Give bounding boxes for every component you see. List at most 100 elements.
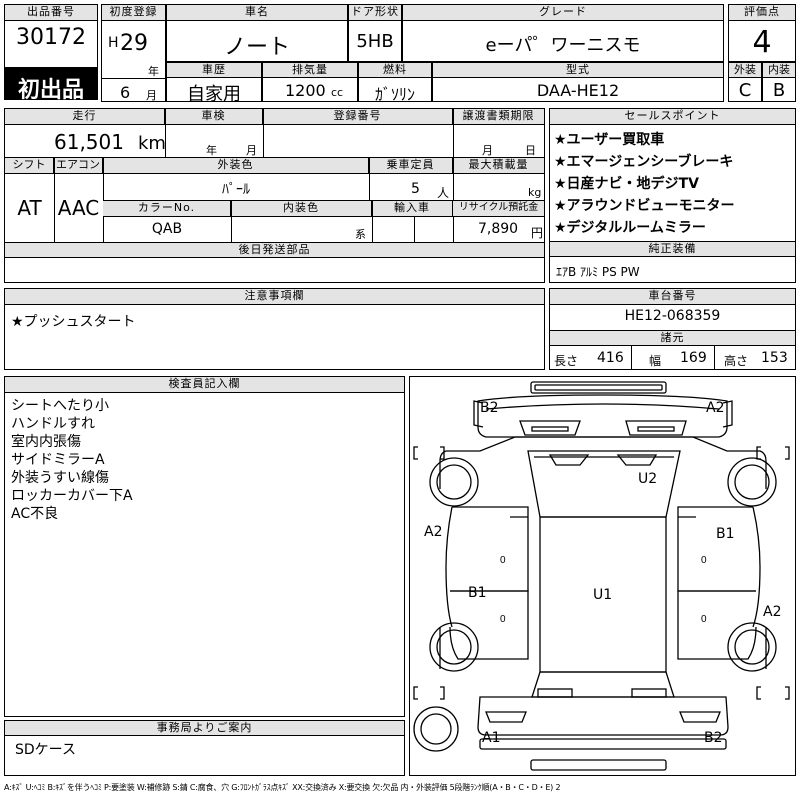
mark-a1-bottom-left: A1 <box>482 730 501 746</box>
capacity-label: 乗車定員 <box>369 158 453 174</box>
width-value: 169 <box>680 350 707 366</box>
transfer-month-unit: 月 <box>482 144 493 157</box>
car-name-box: 車名 ノート <box>166 4 348 62</box>
capacity-unit: 人 <box>437 186 450 200</box>
office-value: SDケース <box>15 742 76 758</box>
sales-point-item: ★エマージェンシーブレーキ <box>554 154 734 170</box>
car-name: ノート <box>223 35 290 60</box>
car-diagram-box: 0 0 0 0 B2 A2 U2 A2 B1 B1 U1 A2 A1 B2 <box>409 376 796 776</box>
reg-era: H <box>108 35 119 51</box>
sales-point-item: ★アラウンドビューモニター <box>554 198 735 214</box>
score-label: 評価点 <box>729 5 795 21</box>
displacement-box: 排気量 1200 cc <box>262 62 358 102</box>
ac-label: エアコン <box>54 158 103 174</box>
height-value: 153 <box>761 350 788 366</box>
shift-value: AT <box>17 196 42 220</box>
sales-point-item: ★日産ナビ・地デジTV <box>554 176 699 192</box>
svg-text:0: 0 <box>500 555 506 566</box>
mark-u1: U1 <box>593 587 613 603</box>
reg-label: 初度登録 <box>102 5 165 21</box>
inspector-line: シートへたり小 <box>11 398 109 414</box>
model-value: DAA-HE12 <box>536 81 620 100</box>
notes-box: 注意事項欄 ★プッシュスタート <box>4 288 545 370</box>
import-label: 輸入車 <box>372 201 453 217</box>
grade-value: eーパ゜ワーニスモ <box>485 35 641 56</box>
displacement-label: 排気量 <box>263 63 357 78</box>
month-unit: 月 <box>146 89 157 102</box>
reg-month: 6 <box>120 83 131 102</box>
mark-b1-left: B1 <box>468 585 487 601</box>
color-value: ﾊﾟｰﾙ <box>222 182 250 198</box>
capacity-value: 5 <box>411 181 420 197</box>
lot-box: 出品番号 30172 <box>4 4 98 68</box>
mileage-label: 走行 <box>5 109 165 125</box>
exterior-grade: C <box>738 80 752 101</box>
car-name-label: 車名 <box>167 5 347 21</box>
transfer-label: 譲渡書類期限 <box>453 109 544 125</box>
svg-text:0: 0 <box>701 555 707 566</box>
recycle-value: 7,890 <box>478 221 519 237</box>
fuel-label: 燃料 <box>359 63 431 78</box>
exterior-label: 外装 <box>729 63 761 78</box>
office-label: 事務局よりご案内 <box>5 721 404 736</box>
registration-box: 初度登録 H 29 年 6 月 <box>101 4 166 102</box>
history-value: 自家用 <box>187 84 241 105</box>
load-label: 最大積載量 <box>453 158 544 174</box>
interior-color-unit: 系 <box>355 228 366 241</box>
inspector-line: 外装うすい線傷 <box>11 470 109 486</box>
sales-point-item: ★デジタルルームミラー <box>554 220 706 236</box>
inspection-label: 車検 <box>165 109 263 125</box>
sales-point-item: ★ユーザー買取車 <box>554 132 665 148</box>
inspector-line: 室内内張傷 <box>11 434 81 450</box>
height-label: 高さ <box>724 354 749 368</box>
displacement-unit: cc <box>331 86 344 99</box>
notes-label: 注意事項欄 <box>5 289 544 305</box>
shift-label: シフト <box>5 158 54 174</box>
grade-box: グレード eーパ゜ワーニスモ <box>402 4 724 62</box>
office-box: 事務局よりご案内 SDケース <box>4 720 405 776</box>
width-label: 幅 <box>649 354 662 368</box>
fuel-box: 燃料 ｶﾞｿﾘﾝ <box>358 62 432 104</box>
grade-label: グレード <box>403 5 723 21</box>
length-value: 416 <box>597 350 624 366</box>
chassis-value: HE12-068359 <box>624 308 721 324</box>
ac-value: AAC <box>57 196 100 220</box>
model-label: 型式 <box>433 63 723 78</box>
mark-u2: U2 <box>638 471 658 487</box>
model-box: 型式 DAA-HE12 <box>432 62 724 102</box>
transfer-day-unit: 日 <box>525 144 536 157</box>
mileage-value: 61,501 <box>54 130 124 154</box>
lot-number: 30172 <box>16 25 86 50</box>
mark-b2-bottom-right: B2 <box>704 730 723 746</box>
mark-b2-top-left: B2 <box>480 400 499 416</box>
sales-points-label: セールスポイント <box>550 109 795 125</box>
mark-a2-left: A2 <box>424 524 443 540</box>
chassis-box: 車台番号 HE12-068359 諸元 長さ 416 幅 169 高さ 153 <box>549 288 796 370</box>
chassis-label: 車台番号 <box>550 289 795 305</box>
sales-points-box: セールスポイント ★ユーザー買取車 ★エマージェンシーブレーキ ★日産ナビ・地デ… <box>549 108 796 283</box>
displacement-value: 1200 <box>285 81 326 100</box>
equipment-label: 純正装備 <box>550 242 795 257</box>
interior-grade: B <box>772 80 786 101</box>
mark-b1-right: B1 <box>716 526 735 542</box>
reg-year: 29 <box>120 31 148 56</box>
color-no-value: QAB <box>151 221 183 237</box>
inspector-line: AC不良 <box>11 506 59 522</box>
score-value: 4 <box>752 25 772 60</box>
regno-label: 登録番号 <box>263 109 453 125</box>
later-parts-label: 後日発送部品 <box>5 243 544 258</box>
equipment-value: ｴｱB ｱﾙﾐ PS PW <box>556 265 640 279</box>
inspector-label: 検査員記入欄 <box>5 377 404 393</box>
exterior-grade-box: 外装 C <box>728 62 762 102</box>
first-listing-badge: 初出品 <box>4 68 98 103</box>
inspection-month-unit: 月 <box>246 144 257 157</box>
svg-text:0: 0 <box>701 614 707 625</box>
mark-a2-top-right: A2 <box>706 400 725 416</box>
legend: A:ｷｽﾞ U:ﾍｺﾐ B:ｷｽﾞを伴うﾍｺﾐ P:要塗装 W:補修跡 S:錆 … <box>4 783 561 792</box>
history-box: 車歴 自家用 <box>166 62 262 105</box>
car-diagram: 0 0 0 0 <box>413 381 790 771</box>
load-unit: kg <box>528 186 542 199</box>
mileage-unit: km <box>138 133 166 154</box>
mark-a2-right: A2 <box>763 604 782 620</box>
color-label: 外装色 <box>103 158 369 174</box>
